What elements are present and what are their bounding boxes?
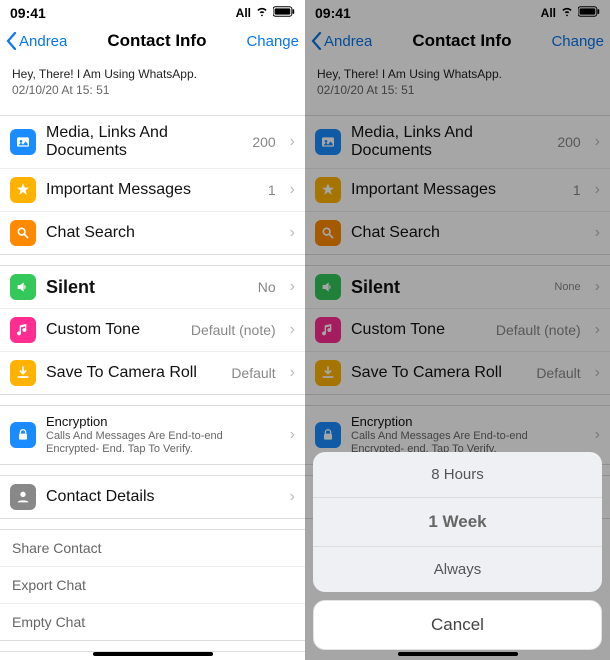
speaker-icon [10,274,36,300]
option-1week[interactable]: 1 Week [313,498,602,547]
back-button[interactable]: Andrea [6,32,67,50]
about-text: Hey, There! I Am Using WhatsApp. [12,67,293,81]
row-export[interactable]: Export Chat [0,567,305,604]
photo-icon [10,129,36,155]
row-empty[interactable]: Empty Chat [0,604,305,640]
silent-value: No [258,279,276,295]
chevron-icon: › [290,364,295,382]
chevron-icon: › [290,321,295,339]
row-silent[interactable]: Silent No › [0,266,305,309]
row-encryption[interactable]: Encryption Calls And Messages Are End-to… [0,406,305,464]
star-icon [10,177,36,203]
chevron-icon: › [290,488,295,506]
search-icon [10,220,36,246]
group-media: Media, Links And Documents 200 › Importa… [0,115,305,255]
action-sheet: 8 Hours 1 Week Always Cancel [313,452,602,650]
row-tone[interactable]: Custom Tone Default (note) › [0,309,305,352]
group-settings: Silent No › Custom Tone Default (note) ›… [0,265,305,395]
chevron-icon: › [290,278,295,296]
option-8hours[interactable]: 8 Hours [313,452,602,498]
sheet-options: 8 Hours 1 Week Always [313,452,602,592]
status-bar: 09:41 All [0,0,305,23]
content: Hey, There! I Am Using WhatsApp. 02/10/2… [0,61,305,660]
cancel-button[interactable]: Cancel [313,600,602,650]
save-value: Default [231,365,275,381]
group-details: Contact Details › [0,475,305,519]
about-section: Hey, There! I Am Using WhatsApp. 02/10/2… [0,61,305,105]
export-label: Export Chat [12,577,293,593]
row-search[interactable]: Chat Search › [0,212,305,254]
phone-left: 09:41 All Andrea Contact Info Change Hey… [0,0,305,660]
row-save[interactable]: Save To Camera Roll Default › [0,352,305,394]
about-date: 02/10/20 At 15: 51 [12,83,293,97]
tone-label: Custom Tone [46,321,181,339]
home-indicator [93,652,213,656]
encryption-label: Encryption [46,414,276,429]
nav-bar: Andrea Contact Info Change [0,23,305,61]
download-icon [10,360,36,386]
row-share[interactable]: Share Contact [0,530,305,567]
back-label: Andrea [19,33,67,50]
chevron-icon: › [290,181,295,199]
chevron-icon: › [290,133,295,151]
wifi-icon [255,4,269,21]
important-value: 1 [268,182,276,198]
group-encryption: Encryption Calls And Messages Are End-to… [0,405,305,465]
lock-icon [10,422,36,448]
silent-label: Silent [46,277,248,298]
status-time: 09:41 [10,5,236,21]
media-value: 200 [252,134,275,150]
chevron-icon: › [290,426,295,444]
encryption-sub: Calls And Messages Are End-to-end Encryp… [46,430,276,456]
music-icon [10,317,36,343]
row-media[interactable]: Media, Links And Documents 200 › [0,116,305,169]
empty-label: Empty Chat [12,614,293,630]
group-actions: Share Contact Export Chat Empty Chat [0,529,305,641]
row-details[interactable]: Contact Details › [0,476,305,518]
carrier-label: All [236,6,251,20]
search-label: Chat Search [46,224,276,242]
important-label: Important Messages [46,181,258,199]
status-right: All [236,4,295,21]
edit-button[interactable]: Change [246,33,299,50]
row-important[interactable]: Important Messages 1 › [0,169,305,212]
phone-right: 09:41 All Andrea Contact Info Change Hey… [305,0,610,660]
save-label: Save To Camera Roll [46,364,221,382]
details-label: Contact Details [46,488,276,506]
page-title: Contact Info [107,31,206,51]
chevron-icon: › [290,224,295,242]
battery-icon [273,6,295,20]
person-icon [10,484,36,510]
share-label: Share Contact [12,540,293,556]
option-always[interactable]: Always [313,547,602,592]
media-label: Media, Links And Documents [46,124,242,160]
tone-value: Default (note) [191,322,276,338]
